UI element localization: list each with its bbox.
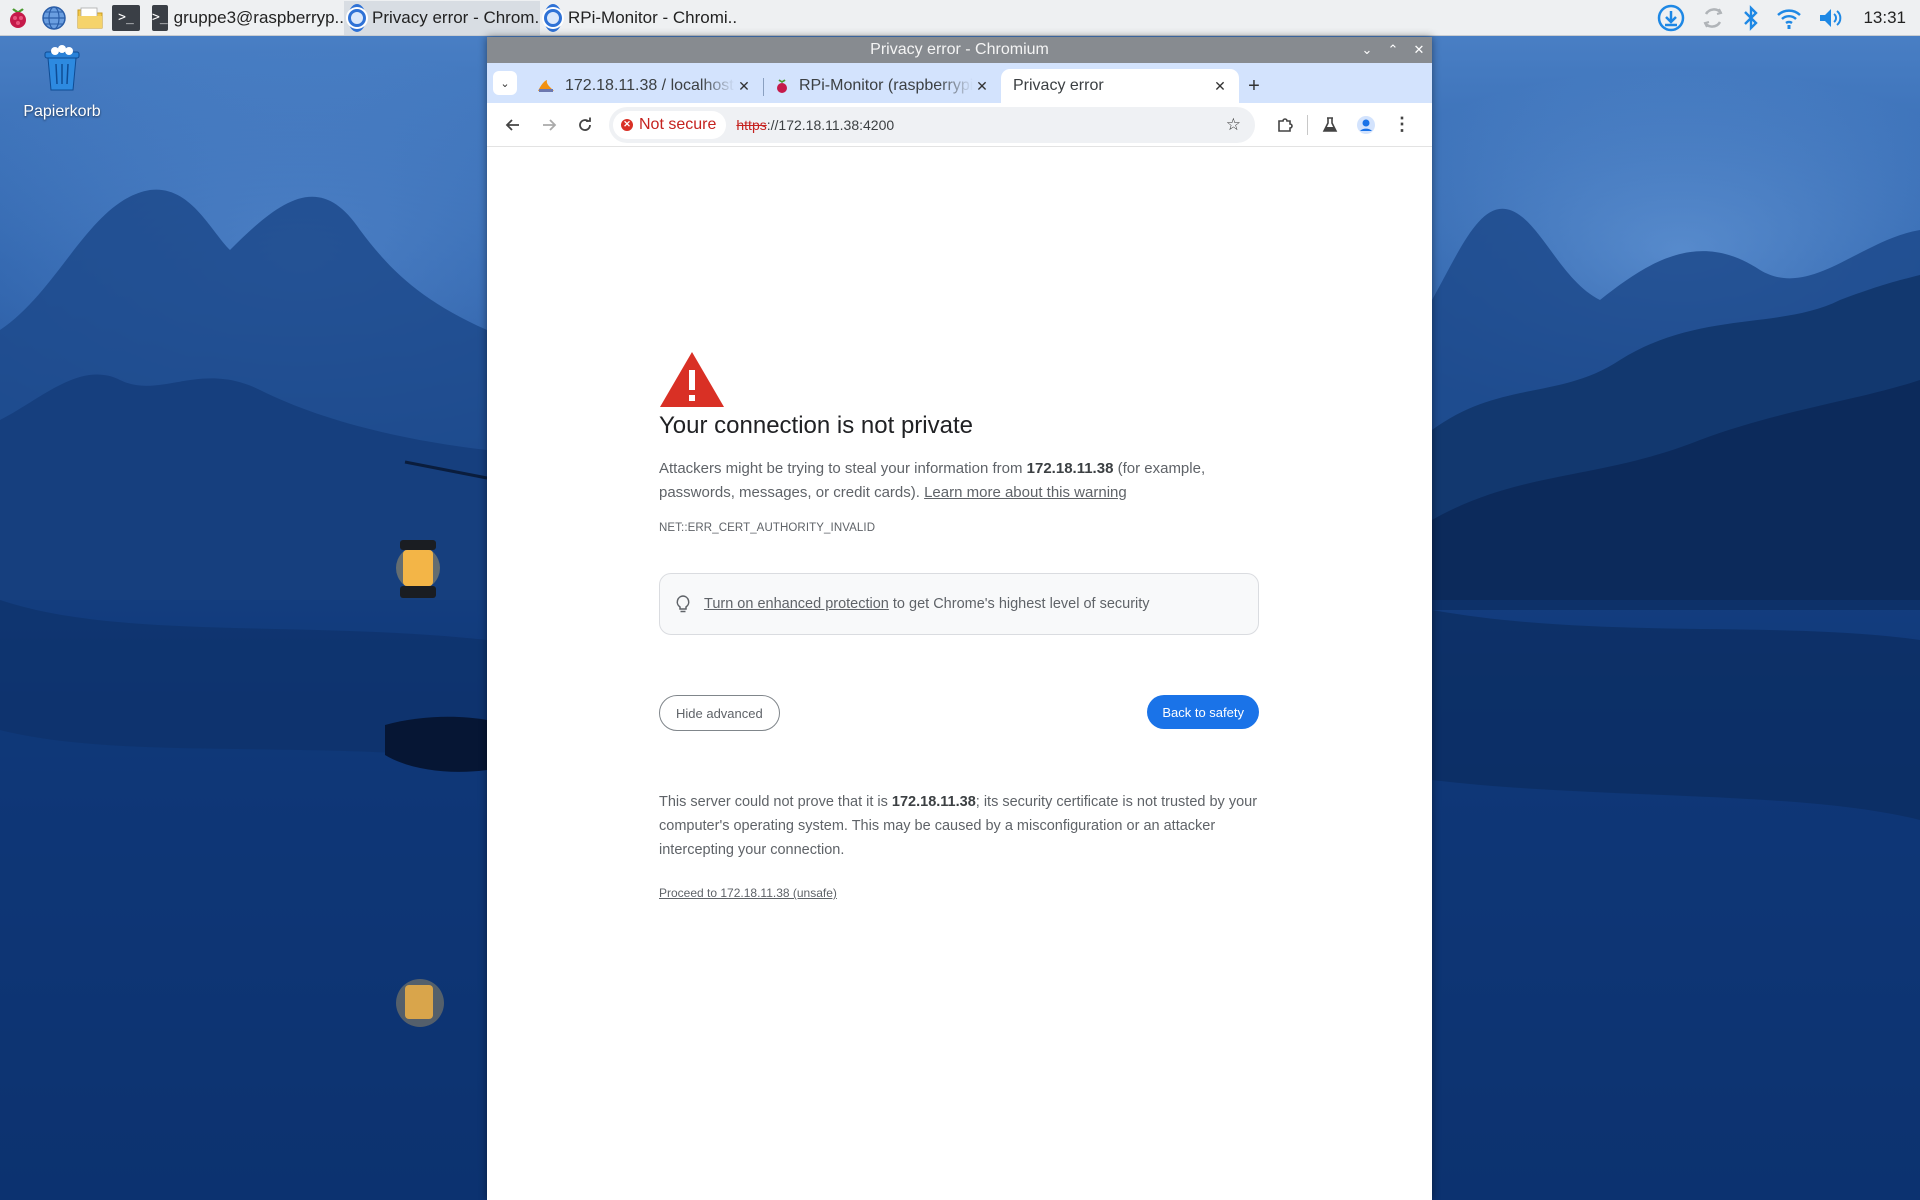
arrow-left-icon: [505, 118, 519, 131]
task-label: gruppe3@raspberryp..: [173, 7, 344, 27]
back-to-safety-button[interactable]: Back to safety: [1147, 695, 1259, 729]
terminal-launcher[interactable]: >_: [108, 0, 144, 36]
error-icon: ✕: [621, 118, 633, 131]
file-manager-launcher[interactable]: [72, 0, 108, 36]
message-text: Attackers might be trying to steal your …: [659, 460, 1027, 477]
bluetooth-icon[interactable]: [1741, 4, 1761, 32]
close-icon[interactable]: ✕: [1412, 42, 1426, 58]
url-text[interactable]: https://172.18.11.38:4200: [736, 117, 894, 133]
wifi-icon[interactable]: [1775, 4, 1803, 32]
task-privacy-error[interactable]: Privacy error - Chrom..: [344, 0, 540, 35]
bookmark-star-icon[interactable]: ☆: [1226, 115, 1241, 135]
terminal-icon: >_: [112, 4, 140, 31]
trash-label: Papierkorb: [23, 103, 101, 120]
labs-button[interactable]: [1312, 107, 1348, 143]
trash-icon: [44, 45, 80, 91]
puzzle-icon: [1278, 117, 1293, 132]
browser-window: Privacy error - Chromium ⌄ ⌃ ✕ ⌄ 172.18.…: [487, 37, 1432, 1200]
enhanced-protection-text: Turn on enhanced protection to get Chrom…: [704, 596, 1150, 612]
plus-icon: +: [1248, 74, 1260, 97]
phpmyadmin-icon: [538, 80, 554, 92]
url-rest: ://172.18.11.38:4200: [766, 116, 895, 133]
kebab-menu-icon: ⋮: [1393, 114, 1411, 134]
window-titlebar[interactable]: Privacy error - Chromium ⌄ ⌃ ✕: [487, 37, 1432, 63]
tab-label: Privacy error: [1013, 77, 1104, 94]
security-chip[interactable]: ✕ Not secure: [613, 110, 727, 139]
tab-search-button[interactable]: ⌄: [493, 71, 517, 95]
details-text: This server could not prove that it is: [659, 794, 892, 810]
tab-label: RPi-Monitor (raspberrypi): [799, 77, 973, 94]
error-code[interactable]: NET::ERR_CERT_AUTHORITY_INVALID: [659, 522, 875, 534]
arrow-right-icon: [543, 118, 557, 131]
task-rpi-monitor[interactable]: RPi-Monitor - Chromi..: [540, 1, 736, 35]
tab-privacy-error[interactable]: Privacy error ✕: [1001, 69, 1239, 103]
close-icon[interactable]: ✕: [973, 78, 991, 95]
lightbulb-icon: [676, 595, 690, 613]
raspberry-icon: [10, 7, 26, 28]
enhanced-protection-box: Turn on enhanced protection to get Chrom…: [659, 573, 1259, 635]
globe-icon: [42, 5, 66, 30]
tab-strip: ⌄ 172.18.11.38 / localhost ✕ RPi-Monitor…: [487, 63, 1432, 103]
reload-button[interactable]: [567, 107, 603, 143]
page-content: Your connection is not private Attackers…: [487, 147, 1432, 1200]
host-name: 172.18.11.38: [891, 794, 976, 810]
sync-icon[interactable]: [1699, 4, 1727, 32]
task-label: RPi-Monitor - Chromi..: [568, 7, 736, 27]
desktop-trash[interactable]: Papierkorb: [18, 44, 106, 121]
terminal-icon: >_: [152, 4, 168, 31]
chromium-icon: [544, 3, 562, 32]
window-title: Privacy error - Chromium: [870, 41, 1049, 58]
main-message: Attackers might be trying to steal your …: [659, 457, 1259, 505]
tab-phpmyadmin[interactable]: 172.18.11.38 / localhost ✕: [525, 69, 763, 103]
task-terminal[interactable]: >_ gruppe3@raspberryp..: [148, 1, 344, 35]
system-tray: 13:31: [1657, 0, 1920, 36]
minimize-icon[interactable]: ⌄: [1360, 42, 1374, 58]
host-name: 172.18.11.38: [1026, 460, 1114, 477]
address-bar[interactable]: ✕ Not secure https://172.18.11.38:4200 ☆: [609, 106, 1255, 143]
profile-button[interactable]: [1348, 107, 1384, 143]
details-message: This server could not prove that it is 1…: [659, 790, 1259, 862]
tab-rpi-monitor[interactable]: RPi-Monitor (raspberrypi) ✕: [763, 69, 1001, 103]
web-browser-launcher[interactable]: [36, 0, 72, 36]
browser-toolbar: ✕ Not secure https://172.18.11.38:4200 ☆: [487, 103, 1432, 147]
download-updates-icon[interactable]: [1657, 4, 1685, 32]
toolbar-separator: [1307, 114, 1308, 135]
extensions-button[interactable]: [1267, 107, 1303, 143]
learn-more-link[interactable]: Learn more about this warning: [924, 484, 1127, 501]
enhanced-protection-link[interactable]: Turn on enhanced protection: [704, 596, 889, 612]
folder-icon: [77, 7, 103, 28]
hide-advanced-button[interactable]: Hide advanced: [659, 695, 780, 731]
page-title: Your connection is not private: [659, 412, 973, 439]
forward-button[interactable]: [531, 107, 567, 143]
enhanced-protection-rest: to get Chrome's highest level of securit…: [888, 596, 1150, 612]
flask-icon: [1322, 116, 1338, 132]
url-scheme: https: [736, 116, 767, 133]
taskbar: >_ >_ gruppe3@raspberryp.. Privacy error…: [0, 0, 1920, 36]
new-tab-button[interactable]: +: [1239, 69, 1269, 103]
toolbar-right: ⋮: [1267, 107, 1420, 143]
volume-icon[interactable]: [1817, 4, 1845, 32]
task-label: Privacy error - Chrom..: [372, 7, 540, 27]
chevron-down-icon: ⌄: [500, 77, 510, 90]
proceed-unsafe-link[interactable]: Proceed to 172.18.11.38 (unsafe): [659, 886, 837, 900]
raspberry-icon: [777, 79, 787, 93]
reload-icon: [579, 117, 591, 131]
menu-button[interactable]: ⋮: [1384, 107, 1420, 143]
clock[interactable]: 13:31: [1863, 8, 1906, 28]
avatar-icon: [1357, 115, 1375, 134]
tab-label: 172.18.11.38 / localhost: [565, 77, 734, 94]
close-icon[interactable]: ✕: [1211, 78, 1229, 95]
raspberry-menu-button[interactable]: [0, 0, 36, 36]
chromium-icon: [348, 3, 366, 32]
security-chip-label: Not secure: [639, 115, 717, 133]
close-icon[interactable]: ✕: [735, 78, 753, 95]
maximize-icon[interactable]: ⌃: [1386, 42, 1400, 58]
back-button[interactable]: [495, 107, 531, 143]
warning-triangle-icon: [660, 352, 724, 407]
window-controls: ⌄ ⌃ ✕: [1360, 37, 1426, 63]
